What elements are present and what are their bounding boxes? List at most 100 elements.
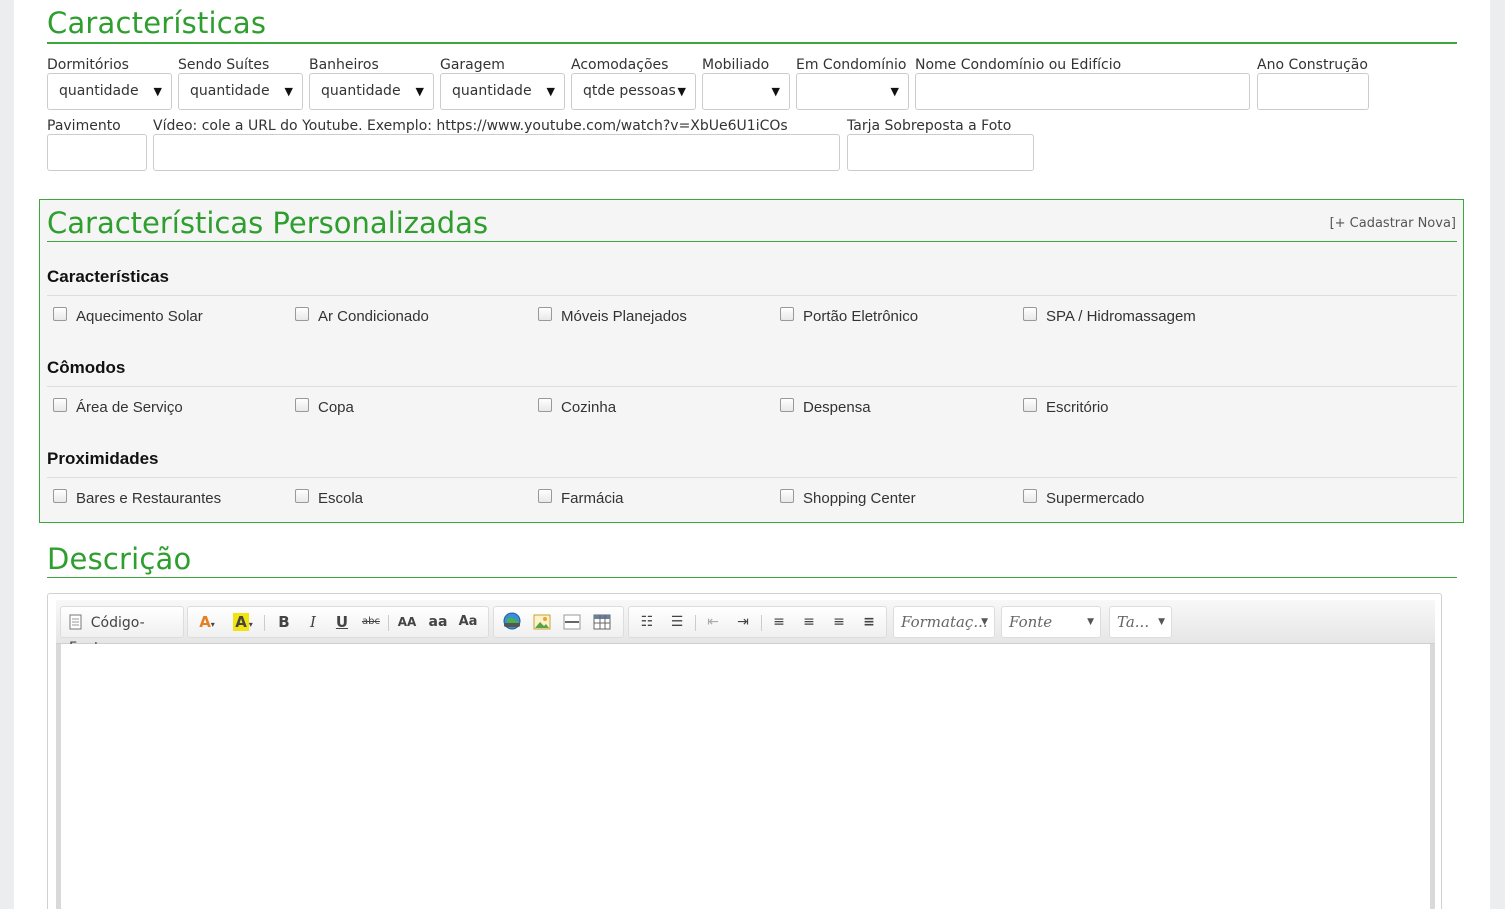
source-code-button[interactable]: Código-Fonte <box>65 610 181 656</box>
select-value: quantidade <box>59 83 139 99</box>
size-combo[interactable]: Ta... ▼ <box>1109 606 1172 638</box>
document-icon <box>69 614 82 630</box>
dropdown-arrow-icon: ▼ <box>890 85 899 98</box>
checkbox[interactable] <box>1023 307 1037 321</box>
select-banheiros[interactable]: quantidade ▼ <box>309 73 434 110</box>
text-color-icon[interactable]: A▾ <box>192 610 222 634</box>
checkbox[interactable] <box>295 489 309 503</box>
checkbox[interactable] <box>53 307 67 321</box>
numbered-list-icon[interactable]: ☷ <box>633 610 661 634</box>
toolbar-group-text-style: A▾ A ▾ B I U abc AA aa Aa <box>187 606 489 638</box>
checkbox-label: Farmácia <box>561 490 624 507</box>
format-combo[interactable]: Formataç... ▼ <box>893 606 995 638</box>
select-acomodacoes[interactable]: qtde pessoas ▼ <box>571 73 696 110</box>
group-divider <box>47 477 1457 478</box>
checkbox-label: Área de Serviço <box>76 399 183 416</box>
align-left-icon[interactable]: ≡ <box>765 610 793 634</box>
checkbox[interactable] <box>538 489 552 503</box>
checkbox-label: Copa <box>318 399 354 416</box>
group-divider <box>47 295 1457 296</box>
input-pavimento[interactable] <box>47 134 147 171</box>
label-mobiliado: Mobiliado <box>702 57 770 73</box>
section-title-personalizadas: Características Personalizadas <box>47 206 489 240</box>
checkbox-label: SPA / Hidromassagem <box>1046 308 1196 325</box>
align-right-icon[interactable]: ≡ <box>825 610 853 634</box>
capitalize-icon[interactable]: Aa <box>454 610 482 634</box>
dropdown-arrow-icon: ▼ <box>677 85 686 98</box>
select-mobiliado[interactable]: ▼ <box>702 73 790 110</box>
add-feature-link[interactable]: [+ Cadastrar Nova] <box>1330 216 1456 231</box>
checkbox[interactable] <box>780 307 794 321</box>
toolbar-separator <box>388 615 389 631</box>
label-banheiros: Banheiros <box>309 57 379 73</box>
checkbox[interactable] <box>1023 398 1037 412</box>
checkbox[interactable] <box>53 398 67 412</box>
checkbox[interactable] <box>780 489 794 503</box>
input-tarja[interactable] <box>847 134 1034 171</box>
horizontal-rule-icon[interactable] <box>558 610 586 634</box>
checkbox[interactable] <box>538 307 552 321</box>
outdent-icon[interactable]: ⇤ <box>699 610 727 634</box>
section-title-caracteristicas: Características <box>47 6 267 40</box>
font-combo[interactable]: Fonte ▼ <box>1001 606 1101 638</box>
toolbar-separator <box>264 615 265 631</box>
bold-icon[interactable]: B <box>272 610 296 634</box>
checkbox[interactable] <box>53 489 67 503</box>
dropdown-arrow-icon: ▼ <box>546 85 555 98</box>
highlight-color-icon[interactable]: A ▾ <box>228 610 258 634</box>
select-value: quantidade <box>321 83 401 99</box>
bulleted-list-icon[interactable]: ☰ <box>663 610 691 634</box>
select-em-condominio[interactable]: ▼ <box>796 73 909 110</box>
checkbox-label: Escritório <box>1046 399 1109 416</box>
checkbox[interactable] <box>538 398 552 412</box>
checkbox[interactable] <box>295 307 309 321</box>
select-garagem[interactable]: quantidade ▼ <box>440 73 565 110</box>
dropdown-arrow-icon: ▼ <box>415 85 424 98</box>
table-icon[interactable] <box>588 610 616 634</box>
section-divider <box>47 241 1457 242</box>
italic-icon[interactable]: I <box>301 610 325 634</box>
input-video-url[interactable] <box>153 134 840 171</box>
checkbox[interactable] <box>295 398 309 412</box>
align-center-icon[interactable]: ≡ <box>795 610 823 634</box>
align-justify-icon[interactable]: ≡ <box>855 610 883 634</box>
select-value: quantidade <box>452 83 532 99</box>
input-nome-condominio[interactable] <box>915 73 1250 110</box>
checkbox-label: Móveis Planejados <box>561 308 687 325</box>
lowercase-icon[interactable]: aa <box>424 610 452 634</box>
size-combo-value: Ta... <box>1117 613 1150 631</box>
label-garagem: Garagem <box>440 57 505 73</box>
checkbox[interactable] <box>1023 489 1037 503</box>
group-title-comodos: Cômodos <box>47 358 126 377</box>
indent-icon[interactable]: ⇥ <box>729 610 757 634</box>
toolbar-separator <box>695 615 696 631</box>
underline-icon[interactable]: U <box>330 610 354 634</box>
label-acomodacoes: Acomodações <box>571 57 669 73</box>
checkbox-label: Bares e Restaurantes <box>76 490 222 507</box>
custom-features-panel: Características Personalizadas [+ Cadast… <box>39 199 1464 523</box>
toolbar-group-insert <box>493 606 624 638</box>
section-title-descricao: Descrição <box>47 542 192 576</box>
toolbar-group-source: Código-Fonte <box>60 606 184 656</box>
checkbox[interactable] <box>780 398 794 412</box>
rich-text-editor: Código-Fonte A▾ A▾ B I U abc AA aa Aa <box>47 593 1442 909</box>
section-divider <box>47 42 1457 44</box>
label-suites: Sendo Suítes <box>178 57 270 73</box>
checkbox-label: Portão Eletrônico <box>803 308 919 325</box>
group-title-caracteristicas: Características <box>47 267 169 286</box>
editor-content-area[interactable] <box>56 644 1435 909</box>
editor-toolbar: Código-Fonte A▾ A▾ B I U abc AA aa Aa <box>56 600 1435 656</box>
label-dormitorios: Dormitórios <box>47 57 129 73</box>
select-dormitorios[interactable]: quantidade ▼ <box>47 73 172 110</box>
uppercase-icon[interactable]: AA <box>393 610 421 634</box>
dropdown-arrow-icon: ▼ <box>771 85 780 98</box>
select-suites[interactable]: quantidade ▼ <box>178 73 303 110</box>
format-combo-value: Formataç... <box>901 613 988 631</box>
strikethrough-icon[interactable]: abc <box>359 610 383 634</box>
link-globe-icon[interactable] <box>498 610 526 634</box>
checkbox-label: Ar Condicionado <box>318 308 429 325</box>
checkbox-label: Cozinha <box>561 399 617 416</box>
label-nome-condominio: Nome Condomínio ou Edifício <box>915 57 1122 73</box>
input-ano-construcao[interactable] <box>1257 73 1369 110</box>
image-icon[interactable] <box>528 610 556 634</box>
